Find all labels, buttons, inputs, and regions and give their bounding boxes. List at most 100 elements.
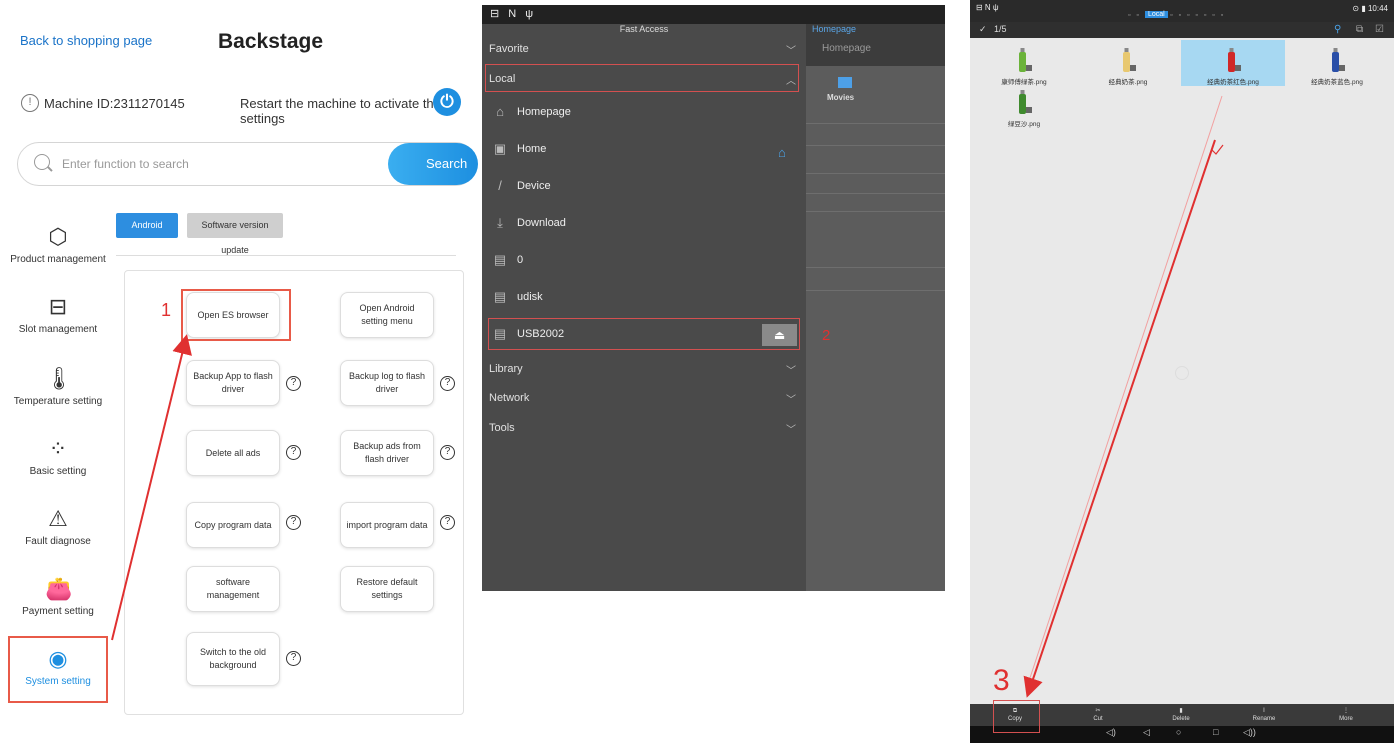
power-icon[interactable]: ⏻ (433, 88, 461, 116)
sidebar-item-label: Basic setting (29, 466, 87, 477)
file-item[interactable]: 康师傅绿茶.png (972, 46, 1076, 86)
delete-button[interactable]: ▮ Delete (1151, 707, 1211, 723)
sidebar-item-basic-setting[interactable]: ⁘ Basic setting (8, 430, 108, 500)
bottle-body (1228, 52, 1235, 72)
file-item-selected[interactable]: 经典奶茶红色.png (1181, 46, 1285, 86)
sidebar-item-temperature-setting[interactable]: 🌡 Temperature setting (8, 360, 108, 430)
sidebar-item-fault-diagnose[interactable]: ⚠ Fault diagnose (8, 500, 108, 570)
restart-notice: Restart the machine to activate the sett… (240, 96, 441, 126)
sdcard-icon: ▤ (493, 252, 507, 267)
sidebar-item-product-management[interactable]: ⬡ Product management (8, 218, 108, 288)
warning-icon: ⚠ (48, 506, 68, 531)
section-network[interactable]: Network ﹀ (482, 383, 806, 413)
volume-up-icon[interactable]: ◁)) (1243, 727, 1256, 738)
help-icon[interactable]: ? (286, 651, 301, 666)
movies-label[interactable]: Movies (827, 93, 854, 102)
search-input[interactable]: Enter function to search (62, 157, 189, 171)
help-icon[interactable]: ? (440, 515, 455, 530)
local-item-0[interactable]: ▤ 0 (482, 242, 806, 279)
more-vert-icon: ⋮ (1343, 708, 1349, 714)
file-item[interactable]: 绿豆沙.png (972, 88, 1076, 128)
bottle-cap (1333, 48, 1338, 52)
tab-android-system[interactable]: Android system (116, 213, 178, 255)
image-badge (1026, 107, 1032, 113)
divider (806, 211, 945, 212)
bottle-cap (1229, 48, 1234, 52)
bottle-cap (1124, 48, 1129, 52)
window-tabs-strip: ▫ ▫ ▫ ▫ ▫ ▫ ▫ ▫ ▫ ▫ ▫ ▫ (1128, 12, 1226, 19)
home-set-icon[interactable]: ⌂ (778, 145, 786, 160)
tab-local[interactable]: Local (1145, 11, 1168, 18)
import-program-data-button[interactable]: import program data (340, 502, 434, 548)
divider (806, 173, 945, 174)
highlight-local (485, 64, 799, 92)
image-badge (1235, 65, 1241, 71)
bottle-cap (1020, 48, 1025, 52)
volume-down-icon[interactable]: ◁) (1106, 727, 1116, 738)
cut-button[interactable]: ✂ Cut (1068, 707, 1128, 723)
help-icon[interactable]: ? (286, 445, 301, 460)
divider (806, 290, 945, 291)
section-library[interactable]: Library ﹀ (482, 354, 806, 384)
local-item-device[interactable]: / Device (482, 168, 806, 205)
sidebar-item-payment-setting[interactable]: 👛 Payment setting (8, 570, 108, 640)
bottle-body (1123, 52, 1130, 72)
highlight-usb2002 (488, 318, 800, 350)
divider (806, 193, 945, 194)
background-pane (806, 24, 945, 591)
local-item-label: Download (517, 217, 566, 229)
section-favorite[interactable]: Favorite ﹀ (482, 34, 806, 64)
local-item-homepage[interactable]: ⌂ Homepage (482, 94, 806, 131)
help-icon[interactable]: ? (286, 515, 301, 530)
sidebar-item-label: Fault diagnose (25, 536, 91, 547)
sidebar-item-label: Product management (10, 254, 106, 265)
switch-old-background-button[interactable]: Switch to the old background (186, 632, 280, 686)
background-homepage-title: Homepage (822, 43, 871, 54)
highlight-copy (993, 700, 1040, 733)
local-item-home[interactable]: ▣ Home (482, 131, 806, 168)
local-item-download[interactable]: ⤓ Download (482, 205, 806, 242)
search-icon[interactable]: ⚲ (1334, 24, 1341, 35)
open-android-settings-button[interactable]: Open Android setting menu (340, 292, 434, 338)
sidebar-item-label: Slot management (18, 324, 98, 335)
backstage-panel: Back to shopping page Backstage ! Machin… (0, 0, 478, 743)
trash-icon: ▮ (1179, 708, 1183, 714)
backup-ads-button[interactable]: Backup ads from flash driver (340, 430, 434, 476)
select-range-icon[interactable]: ⧉ (1356, 24, 1363, 35)
restore-default-button[interactable]: Restore default settings (340, 566, 434, 612)
selection-count: 1/5 (994, 24, 1007, 34)
file-item[interactable]: 经典奶茶.png (1076, 46, 1180, 86)
select-all-icon[interactable]: ☑ (1375, 24, 1384, 35)
step-number: 1 (161, 300, 172, 320)
background-homepage-tab[interactable]: Homepage (812, 24, 856, 34)
backup-log-button[interactable]: Backup log to flash driver (340, 360, 434, 406)
search-button[interactable]: Search (388, 143, 478, 185)
bottle-body (1019, 52, 1026, 72)
back-to-shopping-link[interactable]: Back to shopping page (20, 33, 152, 48)
help-icon[interactable]: ? (440, 376, 455, 391)
highlight-system-setting (8, 636, 108, 703)
back-icon[interactable]: ◁ (1143, 727, 1150, 738)
info-icon: ! (21, 94, 39, 112)
section-tools[interactable]: Tools ﹀ (482, 413, 806, 443)
home-icon[interactable]: ○ (1176, 727, 1181, 737)
divider (116, 255, 456, 256)
tab-software-version-update[interactable]: Software version update (187, 213, 283, 255)
help-icon[interactable]: ? (440, 445, 455, 460)
file-name: 经典奶茶红色.png (1207, 79, 1259, 86)
local-item-udisk[interactable]: ▤ udisk (482, 279, 806, 316)
copy-program-data-button[interactable]: Copy program data (186, 502, 280, 548)
rename-button[interactable]: I Rename (1234, 707, 1294, 723)
backup-app-button[interactable]: Backup App to flash driver (186, 360, 280, 406)
image-badge (1026, 65, 1032, 71)
more-button[interactable]: ⋮ More (1316, 707, 1376, 723)
file-item[interactable]: 经典奶茶蓝色.png (1285, 46, 1389, 86)
image-badge (1339, 65, 1345, 71)
software-management-button[interactable]: software management (186, 566, 280, 612)
help-icon[interactable]: ? (286, 376, 301, 391)
section-label: Favorite (489, 43, 529, 55)
sidebar-item-slot-management[interactable]: ⊟ Slot management (8, 288, 108, 358)
recents-icon[interactable]: □ (1213, 727, 1218, 737)
image-file-icon (1225, 46, 1241, 74)
delete-all-ads-button[interactable]: Delete all ads (186, 430, 280, 476)
